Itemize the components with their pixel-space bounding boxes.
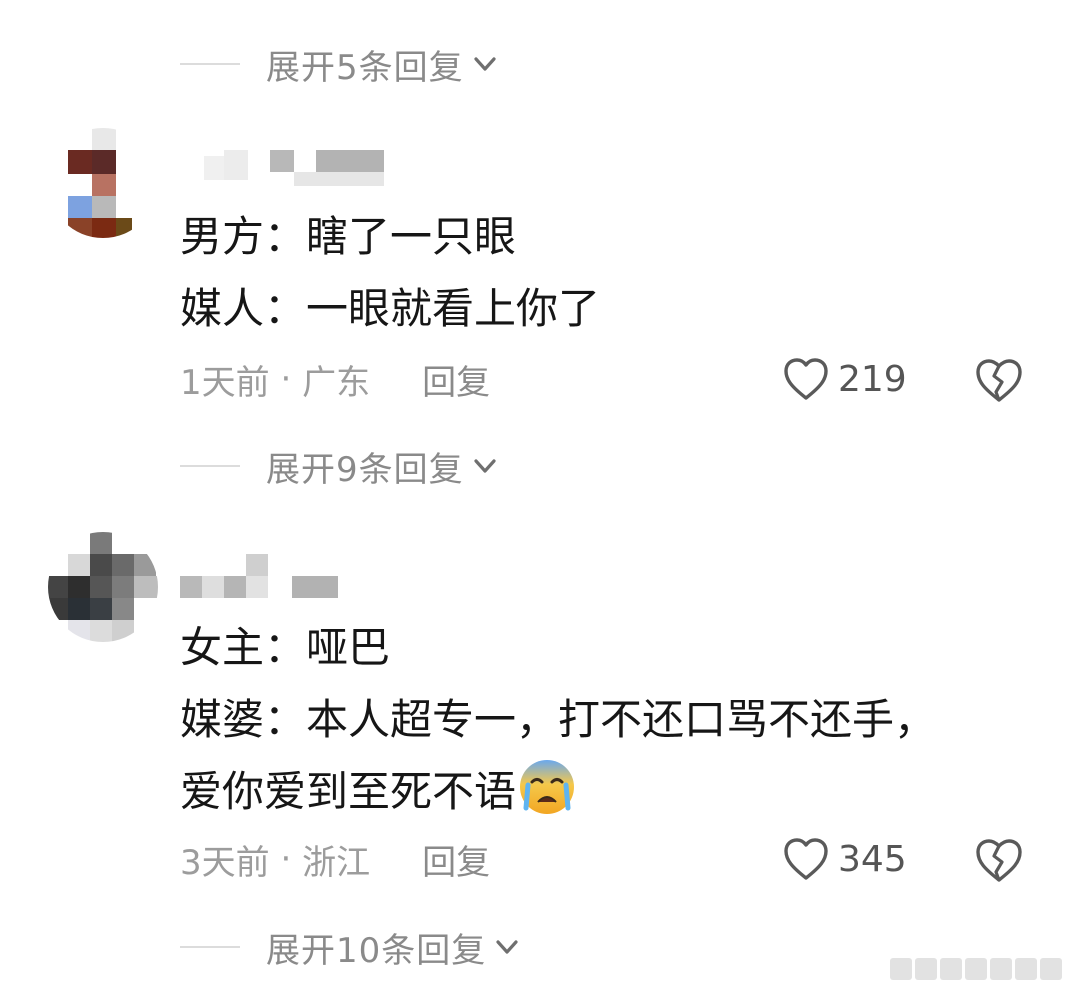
comment-text: 男方：瞎了一只眼 媒人：一眼就看上你了 — [180, 201, 600, 345]
chevron-down-icon — [496, 940, 518, 954]
divider-line — [180, 63, 240, 65]
comment-location: 广东 — [302, 362, 371, 403]
like-button[interactable]: 345 — [782, 834, 907, 884]
expand-replies[interactable]: 展开9条回复 — [180, 444, 500, 490]
expand-replies-top[interactable]: 展开5条回复 — [180, 42, 500, 88]
comment-meta: 3天前 · 浙江 回复 — [180, 834, 490, 884]
comment-line: 爱你爱到至死不语 — [180, 756, 936, 828]
avatar[interactable] — [48, 532, 158, 642]
watermark-block — [890, 958, 912, 980]
crying-face-emoji-icon — [520, 760, 575, 814]
comment-line: 媒婆：本人超专一，打不还口骂不还手， — [180, 695, 937, 744]
watermark-block — [1015, 958, 1037, 980]
watermark-block — [915, 958, 937, 980]
comment-time: 3天前 — [180, 842, 270, 883]
meta-separator: · — [269, 359, 303, 399]
comment-text: 女主：哑巴 媒婆：本人超专一，打不还口骂不还手， 爱你爱到至死不语 — [180, 612, 936, 828]
expand-replies[interactable]: 展开10条回复 — [180, 925, 522, 971]
heart-outline-icon — [784, 358, 828, 400]
broken-heart-icon[interactable] — [974, 836, 1024, 884]
username-blurred[interactable] — [180, 150, 390, 190]
comment-line: 女主：哑巴 — [180, 623, 391, 672]
expand-replies-label: 展开9条回复 — [266, 449, 464, 490]
avatar[interactable] — [48, 128, 158, 238]
comment-location: 浙江 — [302, 842, 371, 883]
divider-line — [180, 465, 240, 467]
watermark-block — [990, 958, 1012, 980]
like-count: 219 — [838, 358, 907, 400]
reply-button[interactable]: 回复 — [422, 835, 490, 884]
comment-time: 1天前 — [180, 362, 270, 403]
comment-line: 媒人：一眼就看上你了 — [180, 284, 601, 333]
watermark-block — [965, 958, 987, 980]
broken-heart-icon[interactable] — [974, 356, 1024, 404]
chevron-down-icon — [474, 57, 496, 71]
expand-replies-label: 展开5条回复 — [266, 47, 464, 88]
divider-line — [180, 946, 240, 948]
like-button[interactable]: 219 — [782, 354, 907, 404]
expand-replies-label: 展开10条回复 — [266, 930, 487, 971]
meta-separator: · — [269, 839, 303, 879]
watermark — [890, 950, 1065, 988]
like-count: 345 — [838, 838, 907, 880]
reply-button[interactable]: 回复 — [422, 355, 490, 404]
username-blurred[interactable] — [180, 554, 350, 598]
comment-line: 男方：瞎了一只眼 — [180, 212, 517, 261]
heart-outline-icon — [784, 838, 828, 880]
watermark-block — [1040, 958, 1062, 980]
watermark-block — [940, 958, 962, 980]
comment-meta: 1天前 · 广东 回复 — [180, 354, 490, 404]
chevron-down-icon — [474, 459, 496, 473]
